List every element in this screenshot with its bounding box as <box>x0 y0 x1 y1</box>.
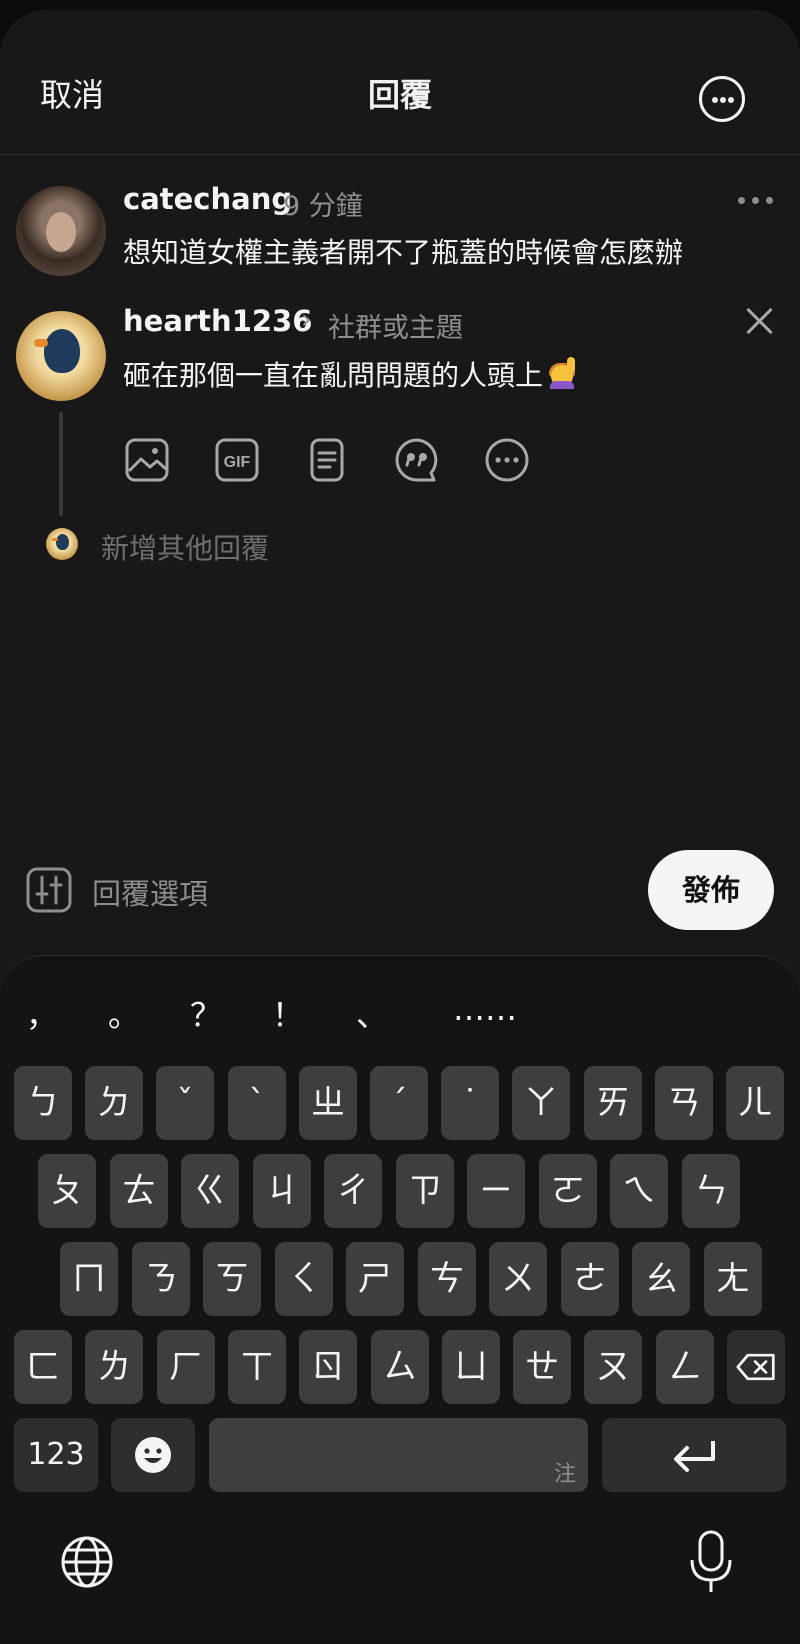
topic-chevron-icon[interactable]: › <box>301 304 312 335</box>
keyboard-key[interactable]: ㄟ <box>610 1154 668 1228</box>
punctuation-key[interactable]: 、 <box>342 990 402 1036</box>
topic-selector[interactable]: 社群或主題 <box>328 306 463 345</box>
original-time: 9 分鐘 <box>283 191 363 222</box>
person-raising-hand-emoji <box>547 357 577 389</box>
punctuation-key[interactable]: 。 <box>94 990 154 1036</box>
close-icon[interactable] <box>744 306 774 336</box>
more-circle-icon[interactable] <box>699 76 745 122</box>
keyboard-key[interactable]: ˋ <box>228 1066 286 1140</box>
keyboard-key[interactable]: ㄅ <box>14 1066 72 1140</box>
reply-text: 砸在那個一直在亂問問題的人頭上 <box>123 359 544 392</box>
return-key[interactable] <box>602 1418 786 1492</box>
keyboard-key[interactable]: ㄢ <box>655 1066 713 1140</box>
return-icon <box>674 1441 715 1472</box>
image-icon[interactable] <box>124 437 170 483</box>
keyboard-key[interactable]: ㄦ <box>726 1066 784 1140</box>
keyboard-key[interactable]: ㄋ <box>132 1242 190 1316</box>
keyboard-key[interactable]: ㄛ <box>539 1154 597 1228</box>
keyboard-key[interactable]: ㄩ <box>442 1330 500 1404</box>
space-key[interactable]: 注 <box>209 1418 588 1492</box>
keyboard-key[interactable]: ㄚ <box>512 1066 570 1140</box>
keyboard-key[interactable]: ㄏ <box>157 1330 215 1404</box>
reply-username: hearth1236 <box>123 304 313 338</box>
header-divider <box>0 154 800 155</box>
keyboard-key[interactable]: ㄉ <box>85 1066 143 1140</box>
keyboard-key[interactable]: ㄨ <box>489 1242 547 1316</box>
more-icon[interactable] <box>484 437 530 483</box>
avatar-catechang[interactable] <box>16 186 106 276</box>
punctuation-key[interactable]: ？ <box>176 990 236 1036</box>
keyboard-key[interactable]: ㄇ <box>60 1242 118 1316</box>
keyboard-key[interactable]: ㄡ <box>584 1330 642 1404</box>
keyboard-key[interactable]: ㄘ <box>418 1242 476 1316</box>
add-reply-input[interactable]: 新增其他回覆 <box>101 527 269 567</box>
punctuation-key[interactable]: ， <box>12 990 72 1036</box>
emoji-key[interactable] <box>111 1418 195 1492</box>
keyboard-key[interactable]: ㄎ <box>203 1242 261 1316</box>
keyboard-key[interactable]: ㄒ <box>228 1330 286 1404</box>
original-post-text: 想知道女權主義者開不了瓶蓋的時候會怎麼辦 <box>123 236 684 269</box>
keyboard-key[interactable]: ㄈ <box>14 1330 72 1404</box>
reply-text-input[interactable]: 砸在那個一直在亂問問題的人頭上 <box>123 354 577 394</box>
reply-options-label: 回覆選項 <box>92 877 209 911</box>
keyboard-key[interactable]: ㄆ <box>38 1154 96 1228</box>
keyboard-key[interactable]: ㄞ <box>584 1066 642 1140</box>
keyboard-key[interactable]: ㄕ <box>346 1242 404 1316</box>
keyboard-key[interactable]: ˊ <box>370 1066 428 1140</box>
avatar-small <box>46 528 78 560</box>
keyboard-key[interactable]: ㄐ <box>253 1154 311 1228</box>
numbers-key[interactable]: 123 <box>14 1418 98 1492</box>
keyboard-key[interactable]: ㄍ <box>181 1154 239 1228</box>
poll-icon[interactable] <box>304 437 350 483</box>
original-username[interactable]: catechang <box>123 182 292 216</box>
globe-icon[interactable] <box>60 1535 114 1589</box>
keyboard-key[interactable]: ㄠ <box>632 1242 690 1316</box>
avatar-hearth1236 <box>16 311 106 401</box>
backspace-icon <box>736 1353 775 1381</box>
space-hint: 注 <box>553 1462 576 1487</box>
page-title: 回覆 <box>367 76 432 114</box>
gif-icon[interactable]: GIF <box>214 437 260 483</box>
punctuation-key[interactable]: ！ <box>258 990 318 1036</box>
backspace-key[interactable] <box>727 1330 785 1404</box>
keyboard-key[interactable]: ㄥ <box>656 1330 714 1404</box>
keyboard-key[interactable]: ㄌ <box>85 1330 143 1404</box>
keyboard-key[interactable]: ˇ <box>156 1066 214 1140</box>
keyboard-key[interactable]: ˙ <box>441 1066 499 1140</box>
keyboard-key[interactable]: ㄔ <box>324 1154 382 1228</box>
microphone-icon[interactable] <box>688 1530 734 1594</box>
keyboard-key[interactable]: ㄑ <box>275 1242 333 1316</box>
sliders-icon <box>26 867 72 913</box>
keyboard-key[interactable]: ㄤ <box>704 1242 762 1316</box>
publish-button[interactable]: 發佈 <box>648 850 774 930</box>
header: 取消 回覆 <box>0 10 800 154</box>
emoji-icon <box>135 1437 171 1473</box>
punctuation-key[interactable]: …… <box>440 990 530 1028</box>
keyboard-key[interactable]: ㄓ <box>299 1066 357 1140</box>
keyboard-key[interactable]: ㄣ <box>682 1154 740 1228</box>
svg-text:GIF: GIF <box>224 454 251 471</box>
thread-line <box>59 412 63 516</box>
keyboard-key[interactable]: ㄊ <box>110 1154 168 1228</box>
keyboard-key[interactable]: ㄧ <box>467 1154 525 1228</box>
keyboard-key[interactable]: ㄙ <box>371 1330 429 1404</box>
post-options-icon[interactable] <box>738 197 774 205</box>
keyboard-key[interactable]: ㄜ <box>561 1242 619 1316</box>
quote-icon[interactable] <box>394 437 440 483</box>
keyboard-key[interactable]: ㄗ <box>396 1154 454 1228</box>
keyboard-key[interactable]: ㄝ <box>513 1330 571 1404</box>
keyboard-key[interactable]: ㄖ <box>299 1330 357 1404</box>
